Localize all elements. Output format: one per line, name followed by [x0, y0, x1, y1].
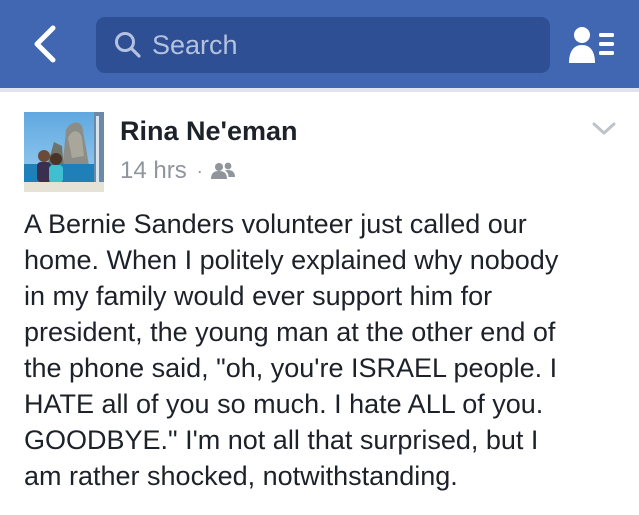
post-body-line: HATE all of you so much. I hate ALL of y… — [24, 389, 544, 419]
post-body-line: president, the young man at the other en… — [24, 317, 556, 347]
search-input[interactable] — [152, 29, 532, 61]
search-icon — [115, 32, 141, 58]
post-meta: 14 hrs · — [120, 156, 235, 186]
avatar-photo — [24, 112, 104, 192]
post-body-line: GOODBYE." I'm not all that surprised, bu… — [24, 425, 539, 455]
post-body-line: home. When I politely explained why nobo… — [24, 245, 559, 275]
friends-icon[interactable] — [210, 162, 235, 180]
post-body-line: in my family would ever support him for — [24, 281, 493, 311]
author-name-link[interactable]: Rina Ne'eman — [120, 116, 297, 147]
author-avatar[interactable] — [24, 112, 104, 192]
post-card: Rina Ne'eman 14 hrs · A Bernie Sanders v… — [0, 92, 639, 515]
post-timestamp[interactable]: 14 hrs — [120, 157, 187, 185]
search-bar[interactable] — [96, 17, 550, 73]
friend-requests-button[interactable] — [566, 23, 618, 67]
chevron-down-icon — [592, 122, 616, 135]
meta-separator: · — [196, 160, 203, 181]
back-button[interactable] — [22, 22, 66, 66]
chevron-left-icon — [34, 25, 56, 63]
top-navbar — [0, 0, 639, 89]
post-body: A Bernie Sanders volunteer just called o… — [24, 206, 624, 494]
post-body-line: am rather shocked, notwithstanding. — [24, 461, 458, 491]
post-options-button[interactable] — [588, 118, 620, 140]
post-body-line: A Bernie Sanders volunteer just called o… — [24, 209, 527, 239]
post-body-line: the phone said, "oh, you're ISRAEL peopl… — [24, 353, 558, 383]
friend-requests-icon — [569, 27, 614, 63]
